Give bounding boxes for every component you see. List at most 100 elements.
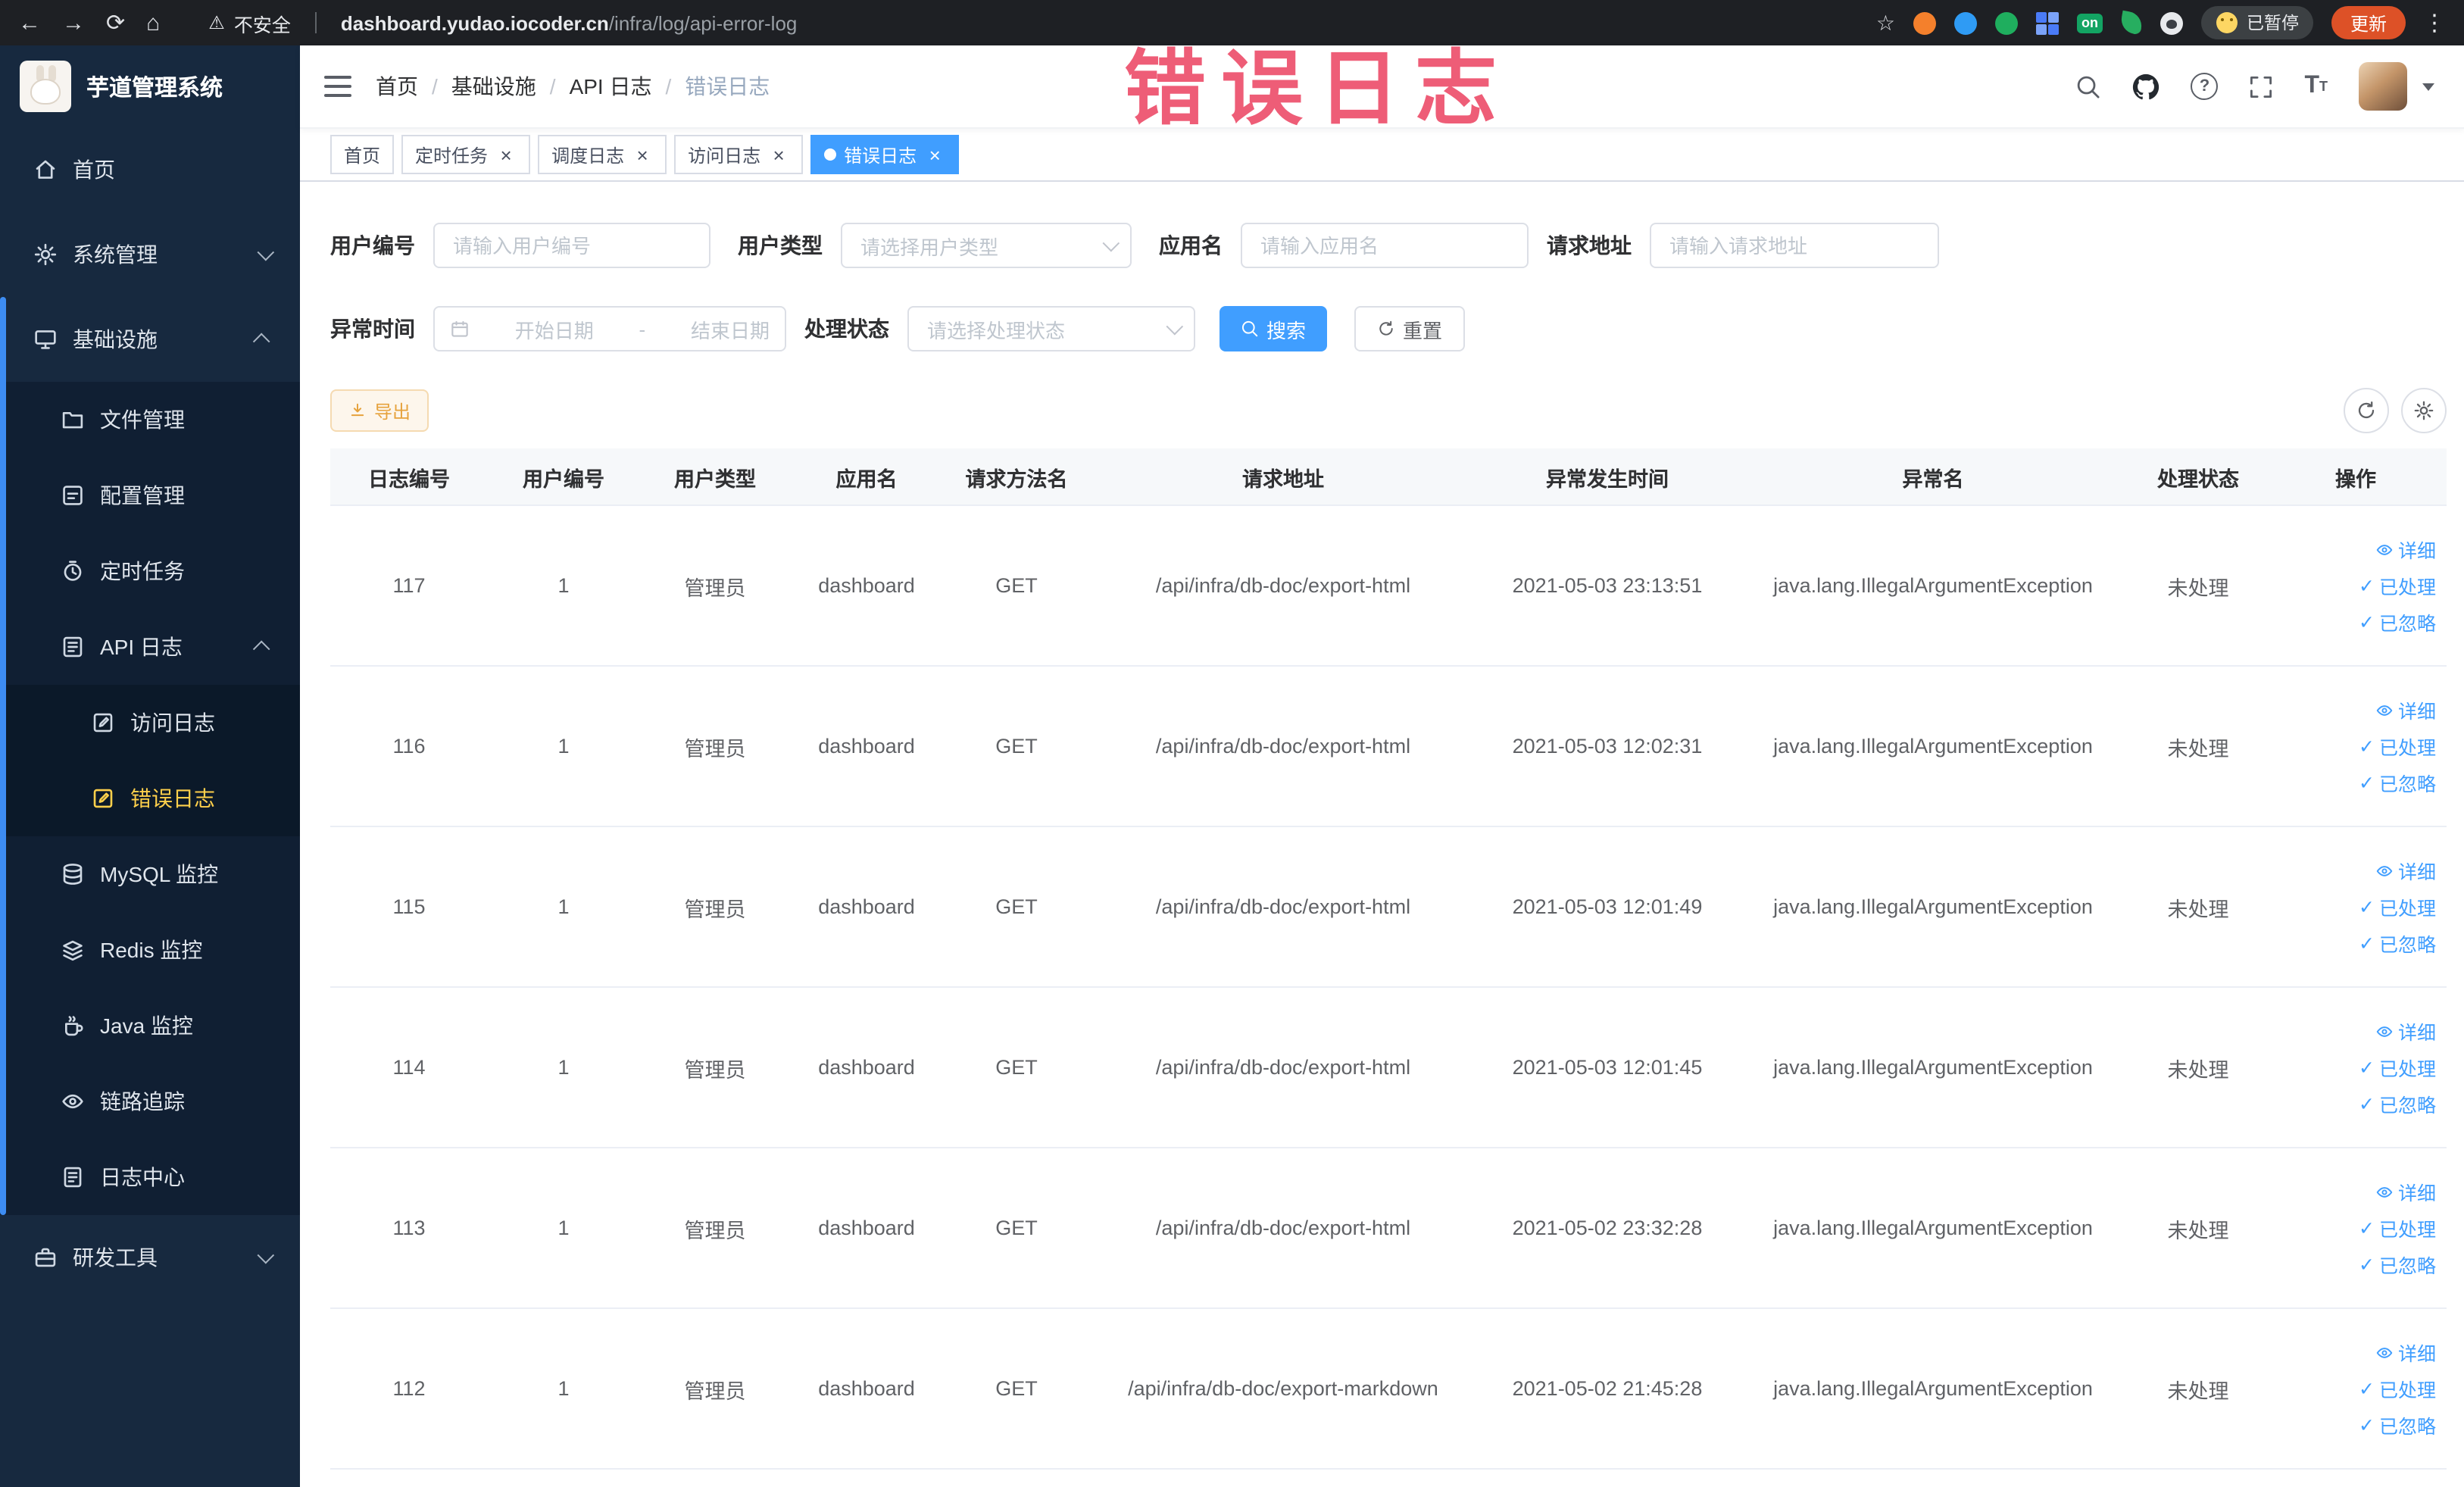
extension-leaf-icon[interactable] — [2119, 10, 2144, 36]
breadcrumb-item[interactable]: 基础设施 — [451, 71, 536, 102]
close-icon[interactable]: × — [632, 144, 653, 165]
search-icon[interactable] — [2075, 73, 2101, 99]
doc-edit-icon — [91, 711, 115, 735]
reset-button[interactable]: 重置 — [1354, 306, 1466, 351]
back-icon[interactable]: ← — [18, 11, 41, 34]
extension-icon[interactable] — [2035, 11, 2059, 34]
cell-user_type: 管理员 — [684, 1058, 746, 1081]
extension-on-badge[interactable]: on — [2076, 13, 2103, 33]
search-button[interactable]: 搜索 — [1220, 306, 1328, 351]
tab[interactable]: 调度日志 × — [538, 135, 667, 174]
cell-user_type: 管理员 — [684, 576, 746, 599]
ignored-link[interactable]: ✓ 已忽略 — [2359, 1089, 2436, 1118]
sidebar-item[interactable]: 首页 — [0, 127, 300, 212]
column-settings-button[interactable] — [2400, 388, 2446, 433]
processed-link[interactable]: ✓ 已处理 — [2359, 1374, 2436, 1403]
doc-edit-icon — [91, 786, 115, 811]
extension-icon[interactable] — [1953, 11, 1977, 34]
cell-time: 2021-05-02 23:32:28 — [1512, 1217, 1703, 1239]
content: 用户编号 用户类型 请选择用户类型 应用名 — [300, 182, 2464, 1487]
user-id-input[interactable] — [433, 223, 710, 268]
user-avatar[interactable] — [2358, 62, 2406, 111]
ignored-link[interactable]: ✓ 已忽略 — [2359, 608, 2436, 636]
sidebar-item[interactable]: 研发工具 — [0, 1215, 300, 1300]
sidebar-item[interactable]: 定时任务 — [0, 533, 300, 609]
log-icon — [61, 635, 85, 659]
check-icon: ✓ — [2359, 576, 2375, 597]
sidebar-item[interactable]: API 日志 — [0, 609, 300, 685]
sidebar-item[interactable]: 日志中心 — [0, 1139, 300, 1215]
ignored-link[interactable]: ✓ 已忽略 — [2359, 1410, 2436, 1439]
site-security-chip[interactable]: ⚠ 不安全 — [208, 8, 291, 37]
github-icon[interactable] — [2131, 72, 2160, 101]
breadcrumb-item[interactable]: 首页 — [376, 71, 418, 102]
breadcrumb-item[interactable]: API 日志 — [570, 71, 652, 102]
logo-row[interactable]: 芋道管理系统 — [0, 45, 300, 127]
extension-paw-icon[interactable] — [2160, 11, 2183, 34]
help-icon[interactable]: ? — [2191, 73, 2219, 100]
sidebar-item[interactable]: 链路追踪 — [0, 1064, 300, 1139]
ignored-link[interactable]: ✓ 已忽略 — [2359, 929, 2436, 957]
home-icon[interactable]: ⌂ — [146, 11, 160, 34]
url-path: /infra/log/api-error-log — [608, 11, 798, 34]
eye-icon — [2375, 701, 2394, 719]
date-range-picker[interactable]: 开始日期 - 结束日期 — [433, 306, 786, 351]
cell-exception: java.lang.IllegalArgumentException — [1773, 735, 2093, 758]
processed-link[interactable]: ✓ 已处理 — [2359, 892, 2436, 921]
sidebar-item[interactable]: Java 监控 — [0, 988, 300, 1064]
processed-link[interactable]: ✓ 已处理 — [2359, 571, 2436, 600]
detail-link[interactable]: 详细 — [2375, 535, 2436, 564]
close-icon[interactable]: × — [495, 144, 517, 165]
detail-link[interactable]: 详细 — [2375, 856, 2436, 885]
topbar: 首页 / 基础设施 / API 日志 / 错误日志 ? TT — [300, 45, 2464, 129]
process-status-select[interactable]: 请选择处理状态 — [907, 306, 1195, 351]
fullscreen-icon[interactable] — [2248, 73, 2274, 99]
sidebar-item[interactable]: Redis 监控 — [0, 912, 300, 988]
address-url[interactable]: dashboard.yudao.iocoder.cn/infra/log/api… — [341, 11, 798, 34]
table-row: 112 1 管理员 dashboard GET/api/infra/db-doc/exp… — [330, 1309, 2446, 1470]
processed-link[interactable]: ✓ 已处理 — [2359, 1214, 2436, 1242]
detail-link[interactable]: 详细 — [2375, 695, 2436, 724]
font-size-icon[interactable]: TT — [2304, 73, 2328, 98]
export-button[interactable]: 导出 — [330, 389, 429, 432]
app-name-input[interactable] — [1241, 223, 1529, 268]
sidebar-item[interactable]: 系统管理 — [0, 212, 300, 297]
user-type-select[interactable]: 请选择用户类型 — [841, 223, 1132, 268]
sidebar-item[interactable]: MySQL 监控 — [0, 836, 300, 912]
sidebar-menu: 首页 系统管理 基础设施 文件管理 配置管理 定时任务 API 日志 访问日志 错误日志 MySQ… — [0, 127, 300, 1300]
sidebar-item[interactable]: 配置管理 — [0, 458, 300, 533]
refresh-button[interactable] — [2343, 388, 2388, 433]
sidebar-item[interactable]: 错误日志 — [0, 761, 300, 836]
close-icon[interactable]: × — [768, 144, 789, 165]
tab[interactable]: 定时任务 × — [401, 135, 531, 174]
detail-link[interactable]: 详细 — [2375, 1177, 2436, 1206]
request-url-input[interactable] — [1650, 223, 1939, 268]
bookmark-star-icon[interactable]: ☆ — [1876, 10, 1895, 36]
ignored-link[interactable]: ✓ 已忽略 — [2359, 768, 2436, 797]
extension-icon[interactable] — [1994, 11, 2018, 34]
tab[interactable]: 访问日志 × — [674, 135, 804, 174]
paused-badge[interactable]: 已暂停 — [2200, 6, 2314, 39]
hamburger-icon[interactable] — [324, 76, 351, 97]
sidebar-item[interactable]: 文件管理 — [0, 382, 300, 458]
browser-menu-icon[interactable]: ⋮ — [2423, 9, 2446, 36]
tab[interactable]: 首页 — [330, 135, 395, 174]
sidebar-item[interactable]: 访问日志 — [0, 685, 300, 761]
sidebar-item[interactable]: 基础设施 — [0, 297, 300, 382]
tab[interactable]: 错误日志 × — [810, 135, 960, 174]
forward-icon[interactable]: → — [62, 11, 85, 34]
select-placeholder: 请选择处理状态 — [927, 319, 1066, 342]
filter-label: 处理状态 — [804, 317, 889, 341]
chevron-down-icon[interactable] — [2422, 83, 2434, 90]
cell-exception: java.lang.IllegalArgumentException — [1773, 1217, 2093, 1239]
close-icon[interactable]: × — [924, 144, 945, 165]
processed-link[interactable]: ✓ 已处理 — [2359, 1053, 2436, 1082]
reload-icon[interactable]: ⟳ — [106, 11, 125, 34]
processed-link[interactable]: ✓ 已处理 — [2359, 732, 2436, 761]
filter-label: 用户编号 — [330, 233, 415, 258]
update-button[interactable]: 更新 — [2331, 6, 2405, 39]
ignored-link[interactable]: ✓ 已忽略 — [2359, 1250, 2436, 1279]
detail-link[interactable]: 详细 — [2375, 1017, 2436, 1045]
extension-icon[interactable] — [1913, 11, 1936, 34]
detail-link[interactable]: 详细 — [2375, 1338, 2436, 1367]
